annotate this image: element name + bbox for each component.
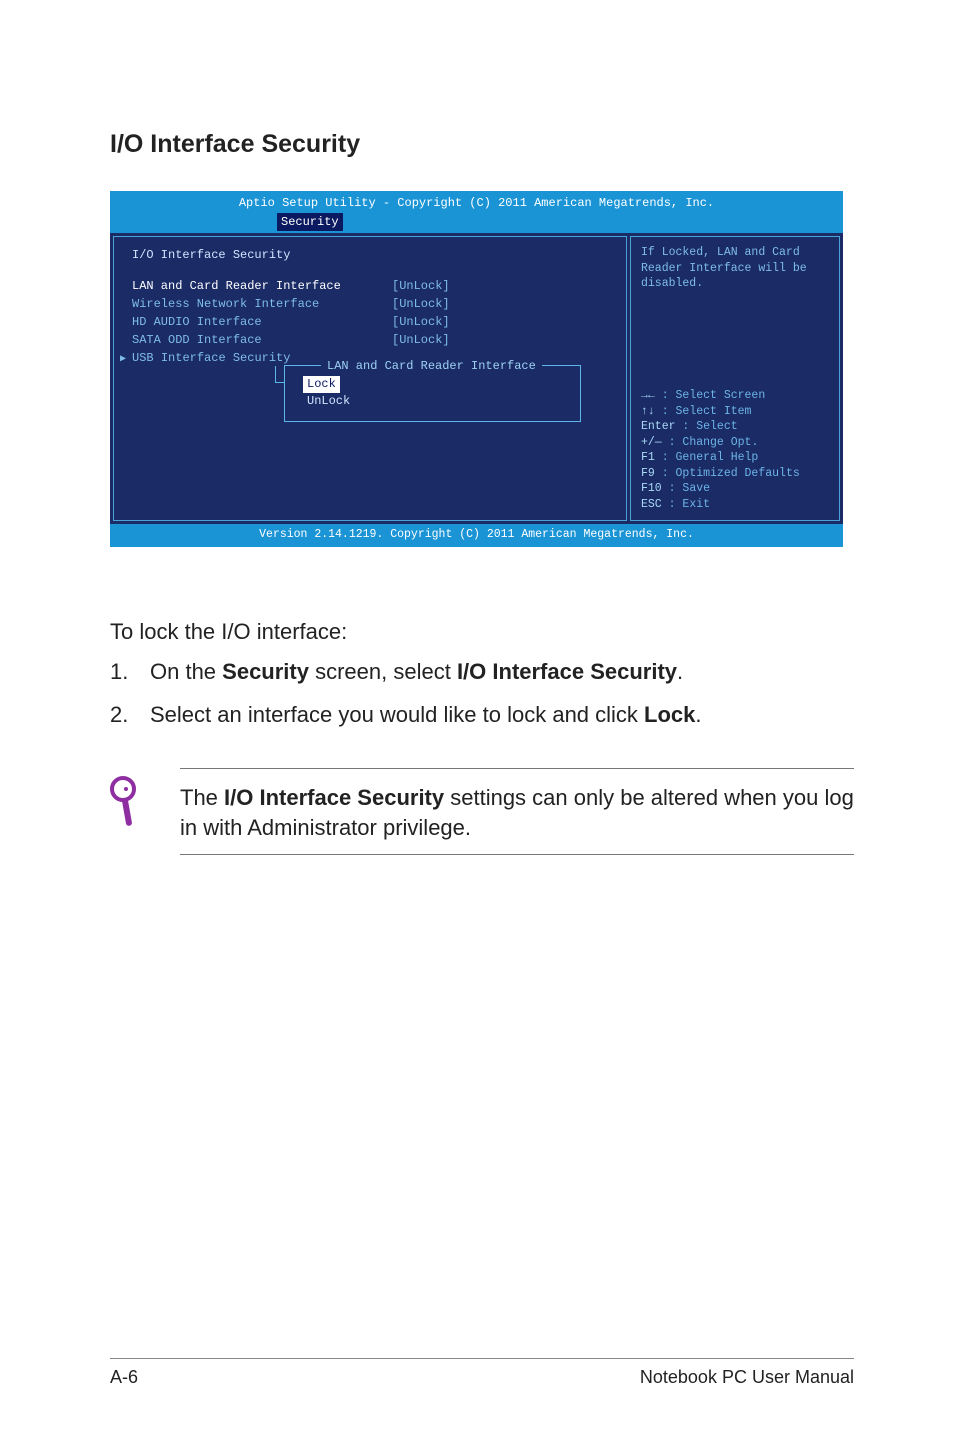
note-box: The I/O Interface Security settings can … — [110, 768, 854, 855]
popup-option-unlock[interactable]: UnLock — [303, 394, 354, 408]
bios-row-value: [UnLock] — [392, 332, 450, 348]
step-2: 2. Select an interface you would like to… — [110, 700, 854, 730]
bios-popup: LAN and Card Reader Interface Lock UnLoc… — [284, 365, 581, 421]
popup-connector-line — [275, 382, 285, 383]
step-1: 1. On the Security screen, select I/O In… — [110, 657, 854, 687]
bios-help-keys: →← : Select Screen ↑↓ : Select Item Ente… — [641, 388, 829, 512]
bios-tab-security[interactable]: Security — [277, 213, 343, 231]
bios-row-sata-odd[interactable]: SATA ODD Interface [UnLock] — [132, 332, 608, 348]
bios-row-label: LAN and Card Reader Interface — [132, 278, 392, 294]
bios-screenshot: Aptio Setup Utility - Copyright (C) 2011… — [110, 191, 843, 547]
magnifier-icon — [110, 768, 150, 828]
bios-row-value: [UnLock] — [392, 278, 450, 294]
note-text: The I/O Interface Security settings can … — [180, 768, 854, 855]
page-footer: A-6 Notebook PC User Manual — [110, 1358, 854, 1388]
bios-help-description: If Locked, LAN and Card Reader Interface… — [641, 245, 829, 292]
intro-text: To lock the I/O interface: — [110, 617, 854, 647]
popup-option-lock[interactable]: Lock — [303, 376, 340, 392]
bios-row-label: Wireless Network Interface — [132, 296, 392, 312]
bios-row-label: SATA ODD Interface — [132, 332, 392, 348]
bios-main-panel: I/O Interface Security LAN and Card Read… — [113, 236, 627, 521]
bios-row-value: [UnLock] — [392, 296, 450, 312]
bios-row-hd-audio[interactable]: HD AUDIO Interface [UnLock] — [132, 314, 608, 330]
manual-title: Notebook PC User Manual — [640, 1367, 854, 1388]
bios-popup-title: LAN and Card Reader Interface — [321, 358, 542, 374]
bios-help-panel: If Locked, LAN and Card Reader Interface… — [630, 236, 840, 521]
bios-footer: Version 2.14.1219. Copyright (C) 2011 Am… — [110, 524, 843, 547]
bios-row-value: [UnLock] — [392, 314, 450, 330]
bios-row-label: HD AUDIO Interface — [132, 314, 392, 330]
page-number: A-6 — [110, 1367, 138, 1388]
bios-tab-row: Security — [110, 213, 843, 233]
bios-row-lan-card-reader[interactable]: LAN and Card Reader Interface [UnLock] — [132, 278, 608, 294]
page-title: I/O Interface Security — [110, 130, 854, 159]
bios-header: Aptio Setup Utility - Copyright (C) 2011… — [110, 191, 843, 213]
step-number: 1. — [110, 657, 150, 687]
bios-row-wireless[interactable]: Wireless Network Interface [UnLock] — [132, 296, 608, 312]
step-number: 2. — [110, 700, 150, 730]
bios-section-title: I/O Interface Security — [132, 247, 608, 263]
